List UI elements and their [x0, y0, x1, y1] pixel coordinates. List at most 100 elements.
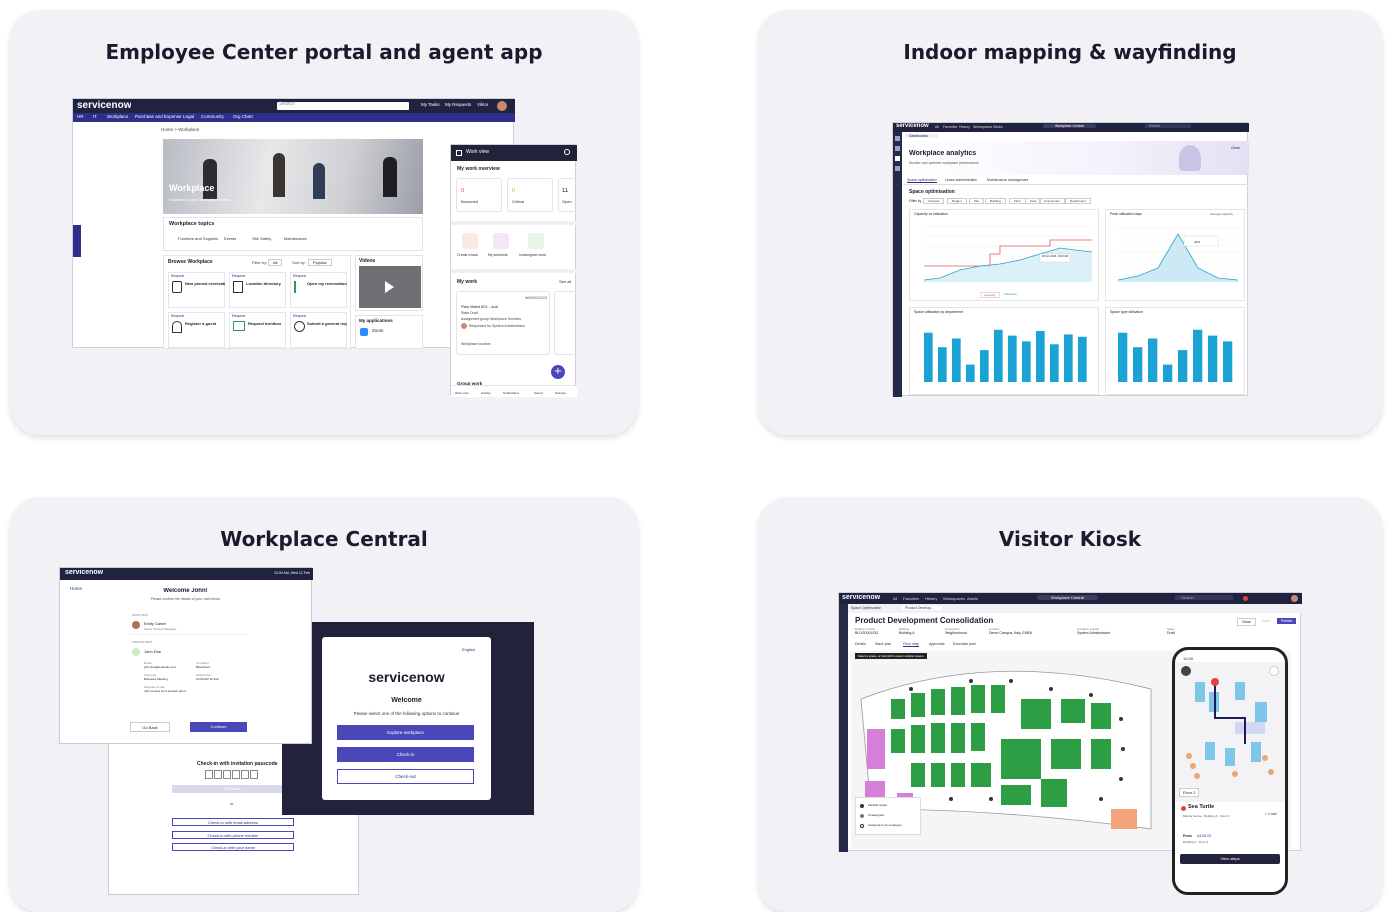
subtab-executive-plan[interactable]: Executive plan — [953, 642, 976, 646]
search-icon[interactable] — [564, 149, 570, 155]
stat-card-open[interactable]: 11 Open — [558, 178, 577, 212]
subtab-space-optimisation[interactable]: Space optimisation — [907, 178, 937, 183]
stat-card-breached[interactable]: 0 Breached — [456, 178, 502, 212]
filter-chip[interactable]: Floor — [1009, 198, 1026, 204]
close-button[interactable]: Close — [1237, 618, 1256, 626]
zoom-icon[interactable] — [360, 328, 368, 336]
publish-button[interactable]: Publish — [1277, 618, 1297, 624]
vk-top-admin[interactable]: Admin — [967, 596, 978, 601]
menu-icon[interactable] — [456, 150, 462, 156]
checkin-email-button[interactable]: Check-in with email address — [172, 818, 294, 826]
save-button[interactable]: Save — [1259, 618, 1273, 624]
catalog-item[interactable]: Submit a general request Request — [290, 312, 347, 348]
unassigned-work-button[interactable]: Unassigned work — [519, 233, 553, 261]
sort-select[interactable]: Popular — [308, 259, 332, 266]
subtab-lease-administration[interactable]: Lease administration — [945, 178, 977, 182]
portal-search-input[interactable]: Search — [277, 101, 409, 110]
avatar[interactable] — [1291, 595, 1298, 602]
check-in-button[interactable]: Check-in — [337, 747, 474, 762]
video-thumbnail[interactable] — [359, 266, 421, 308]
catalog-item[interactable]: New pinned reservation Request — [168, 272, 225, 308]
tab-settings[interactable]: Settings — [555, 391, 566, 395]
language-select[interactable]: English — [462, 647, 475, 652]
passcode-box[interactable] — [250, 770, 258, 779]
phone-map[interactable]: Floor 2 — [1175, 662, 1285, 802]
filter-chip[interactable]: Campus — [923, 198, 945, 204]
filter-chip[interactable]: Cost Center — [1039, 198, 1066, 204]
topic-maintenance[interactable]: Maintenance — [284, 236, 307, 241]
vk-top-workspaces[interactable]: Workspaces — [943, 596, 965, 601]
subtab-stack-plan[interactable]: Stack plan — [875, 642, 891, 646]
nav-my-requests[interactable]: My Requests — [445, 102, 471, 107]
nav-user[interactable]: Viktor — [477, 102, 488, 107]
view-steps-button[interactable]: View steps — [1180, 854, 1280, 864]
more-icon[interactable] — [1269, 666, 1279, 676]
filter-select[interactable]: All — [268, 259, 283, 266]
catalog-item[interactable]: Location directory Request — [229, 272, 286, 308]
topic-events[interactable]: Events — [224, 236, 236, 241]
catalog-item[interactable]: Open my reservation list Request — [290, 272, 347, 308]
tab-saved[interactable]: Saved — [534, 391, 543, 395]
task-card[interactable]: WMS0001103 Plan Maint 001 - auh State Dr… — [456, 291, 550, 355]
checkin-name-button[interactable]: Check-in with your name — [172, 843, 294, 851]
explore-workplace-button[interactable]: Explore workplace — [337, 725, 474, 740]
app-name[interactable]: Zoom — [372, 328, 384, 333]
passcode-continue-button[interactable]: Continue — [172, 785, 294, 793]
check-out-button[interactable]: Check-out — [337, 769, 474, 784]
menu-community[interactable]: Community — [201, 114, 224, 119]
add-fab-button[interactable]: + — [551, 365, 565, 379]
workspace-pill[interactable]: Workplace Central — [1043, 124, 1096, 128]
get-help-tab[interactable] — [73, 225, 81, 257]
list-icon[interactable] — [895, 146, 900, 151]
vk-top-history[interactable]: History — [925, 596, 937, 601]
filter-chip[interactable]: Region — [947, 198, 967, 204]
menu-org-chart[interactable]: Org Chart — [233, 114, 253, 119]
from-location[interactable]: A3.05.03 — [1197, 834, 1211, 838]
see-all-link[interactable]: See all — [559, 279, 571, 284]
home-icon[interactable] — [895, 136, 900, 141]
dashboards-tab[interactable]: Dashboards — [905, 134, 938, 138]
top-workspaces[interactable]: Workspaces — [973, 125, 992, 129]
passcode-input[interactable] — [205, 770, 259, 779]
topic-site-safety[interactable]: Site Safety — [252, 236, 271, 241]
record-icon[interactable] — [1243, 596, 1248, 601]
back-icon[interactable] — [1181, 666, 1191, 676]
filter-chip[interactable]: Building — [985, 198, 1006, 204]
nav-my-tasks[interactable]: My Tasks — [421, 102, 440, 107]
subtab-floor-map[interactable]: Floor map — [903, 642, 919, 647]
vk-search[interactable]: Search — [1175, 595, 1233, 600]
passcode-box[interactable] — [232, 770, 240, 779]
passcode-box[interactable] — [214, 770, 222, 779]
catalog-item[interactable]: Request furniture Request — [229, 312, 286, 348]
subtab-maintenance-management[interactable]: Maintenance management — [987, 178, 1028, 182]
tab-product-develop[interactable]: Product Develop... — [902, 606, 942, 610]
top-all[interactable]: All — [935, 125, 939, 129]
go-back-button[interactable]: Go Back — [130, 722, 170, 732]
passcode-box[interactable] — [223, 770, 231, 779]
chart-icon[interactable] — [895, 166, 900, 171]
topic-furniture[interactable]: Furniture and Supplies — [178, 236, 218, 241]
top-studio[interactable]: Studio — [993, 125, 1003, 129]
tab-work-view[interactable]: Work view — [455, 391, 469, 395]
avatar[interactable] — [497, 101, 507, 111]
top-history[interactable]: History — [959, 125, 970, 129]
analytics-search[interactable]: Search — [1145, 124, 1191, 128]
filter-chip[interactable]: Site — [969, 198, 985, 204]
passcode-box[interactable] — [205, 770, 213, 779]
stat-card-critical[interactable]: 0 Critical — [507, 178, 553, 212]
dashboard-icon[interactable] — [895, 156, 900, 161]
close-button[interactable]: Close — [1231, 146, 1240, 150]
top-favorites[interactable]: Favorites — [943, 125, 957, 129]
menu-workplace[interactable]: Workplace — [107, 114, 128, 119]
passcode-box[interactable] — [241, 770, 249, 779]
tab-articles[interactable]: Articles — [481, 391, 491, 395]
filter-chip[interactable]: Department — [1065, 198, 1091, 204]
menu-legal[interactable]: Legal — [183, 114, 194, 119]
subtab-details[interactable]: Details — [855, 642, 866, 646]
continue-button[interactable]: Continue — [190, 722, 247, 732]
task-card-peek[interactable] — [554, 291, 577, 355]
vk-workspace-pill[interactable]: Workplace Central — [1037, 595, 1098, 600]
menu-purchase[interactable]: Purchase and Expense — [135, 114, 182, 119]
menu-hr[interactable]: HR — [77, 114, 84, 119]
vk-top-favorites[interactable]: Favorites — [903, 596, 919, 601]
